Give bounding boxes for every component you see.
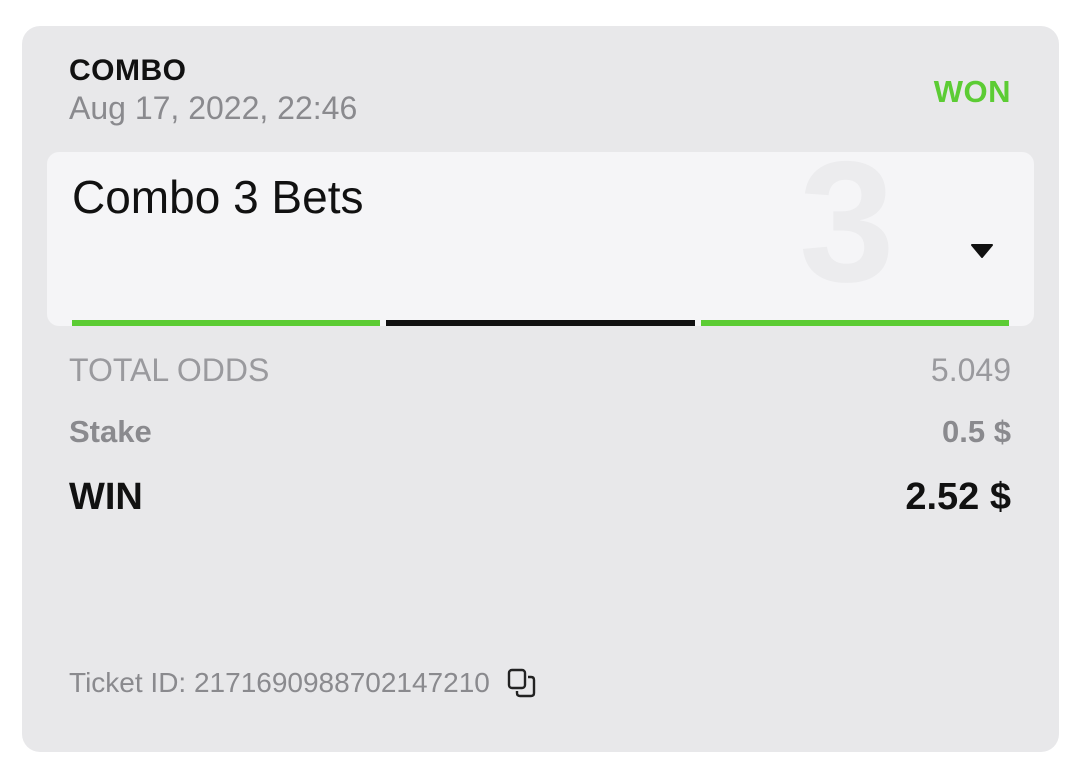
- bet-date: Aug 17, 2022, 22:46: [69, 90, 358, 126]
- copy-icon[interactable]: [506, 667, 538, 699]
- leg-status-bar: [700, 320, 1009, 326]
- ticket-id: Ticket ID: 2171690988702147210: [69, 667, 490, 698]
- leg-status-bar: [72, 320, 381, 326]
- status-badge: WON: [933, 74, 1011, 109]
- ticket-id-row: Ticket ID: 2171690988702147210: [69, 667, 538, 699]
- leg-status-bar: [386, 320, 695, 326]
- win-row: WIN 2.52 $: [69, 476, 1011, 519]
- combo-legs-indicator: [72, 320, 1009, 326]
- win-value: 2.52 $: [905, 476, 1011, 518]
- combo-panel[interactable]: Combo 3 Bets 3: [47, 152, 1034, 326]
- win-label: WIN: [69, 476, 143, 518]
- bet-card: COMBO Aug 17, 2022, 22:46 WON Combo 3 Be…: [22, 26, 1059, 752]
- stake-value: 0.5 $: [942, 414, 1011, 449]
- total-odds-label: TOTAL ODDS: [69, 352, 270, 388]
- total-odds-row: TOTAL ODDS 5.049: [69, 352, 1011, 389]
- caret-down-icon[interactable]: [971, 244, 993, 258]
- combo-title: Combo 3 Bets: [72, 171, 364, 223]
- stake-label: Stake: [69, 414, 152, 449]
- stake-row: Stake 0.5 $: [69, 414, 1011, 450]
- combo-count-watermark: 3: [799, 152, 895, 318]
- bet-type-label: COMBO: [69, 54, 187, 87]
- total-odds-value: 5.049: [930, 352, 1011, 388]
